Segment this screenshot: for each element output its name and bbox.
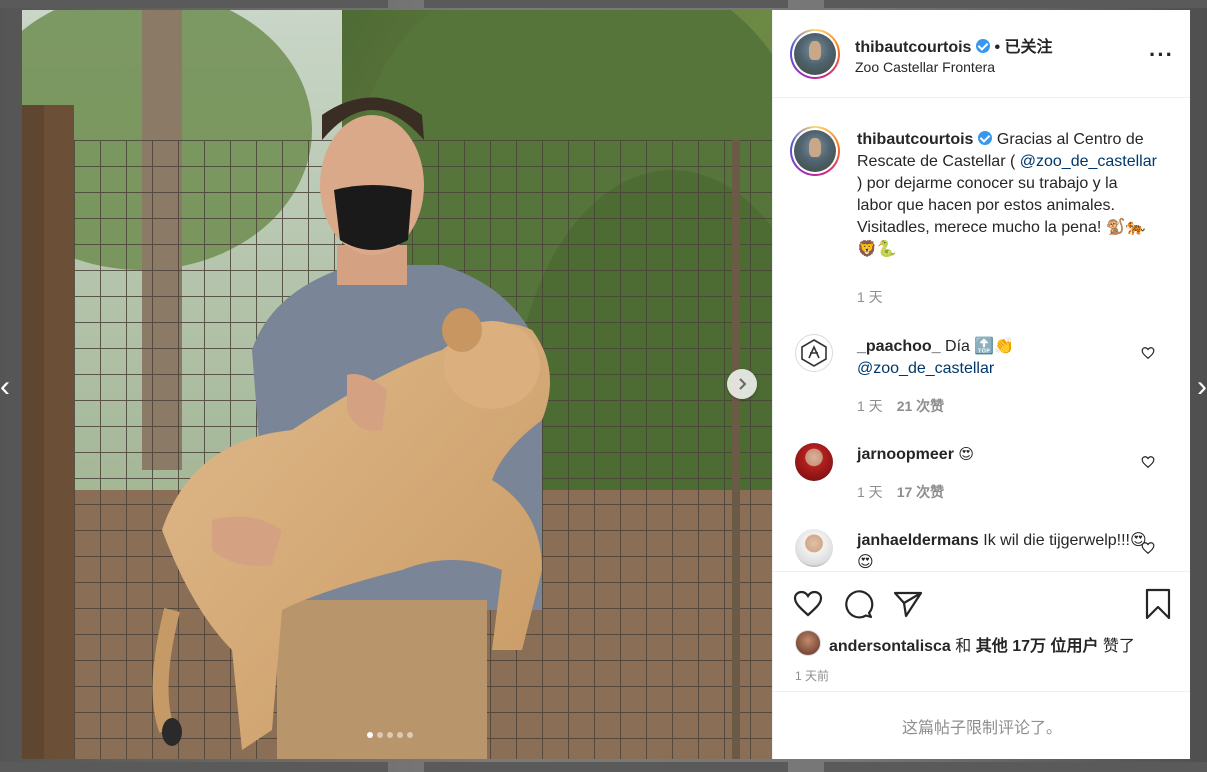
caption-text: thibautcourtois Gracias al Centro de Res… <box>857 129 1157 261</box>
caption-username[interactable]: thibautcourtois <box>857 131 973 148</box>
comment-bubble-icon[interactable] <box>842 588 874 620</box>
chevron-right-icon <box>739 378 747 390</box>
post-side-panel: thibautcourtois • 已关注 Zoo Castellar Front… <box>772 10 1190 759</box>
verified-badge-icon <box>978 131 993 145</box>
likes-summary: andersontalisca 和 其他 17万 位用户 赞了 <box>829 632 1135 656</box>
heart-icon[interactable] <box>1141 455 1155 469</box>
liker-username[interactable]: andersontalisca <box>829 638 951 655</box>
comments-disabled-notice: 这篇帖子限制评论了。 <box>773 691 1190 759</box>
comment-username[interactable]: janhaeldermans <box>857 532 979 549</box>
comment-body: Día 🔝👏 <box>945 338 1015 355</box>
post-modal: thibautcourtois • 已关注 Zoo Castellar Front… <box>22 10 1190 759</box>
carousel-dot <box>377 732 383 738</box>
post-location[interactable]: Zoo Castellar Frontera <box>855 59 995 75</box>
author-line: thibautcourtois • 已关注 <box>855 33 1053 57</box>
follow-state[interactable]: • 已关注 <box>994 39 1052 56</box>
comment-text: jarnoopmeer 😍 <box>857 444 1157 466</box>
comment-time[interactable]: 1 天 <box>857 484 883 500</box>
backdrop-tile <box>824 0 1207 8</box>
carousel-indicator <box>367 732 413 738</box>
author-avatar[interactable] <box>790 29 840 79</box>
save-bookmark-icon[interactable] <box>1142 588 1174 620</box>
post-actions: andersontalisca 和 其他 17万 位用户 赞了 1 天前 <box>773 571 1190 691</box>
author-username[interactable]: thibautcourtois <box>855 39 971 56</box>
backdrop-tile <box>824 762 1207 772</box>
comment-text: _paachoo_ Día 🔝👏 @zoo_de_castellar <box>857 336 1157 380</box>
comment-meta: 1 天 17 次赞 <box>857 482 944 502</box>
comment-body: 😍 <box>958 446 975 463</box>
comment-text: janhaeldermans Ik wil die tijgerwelp!!!😍… <box>857 530 1157 571</box>
likes-connector: 和 <box>955 638 972 655</box>
comment-username[interactable]: _paachoo_ <box>857 338 941 355</box>
heart-icon[interactable] <box>1141 346 1155 360</box>
share-paper-plane-icon[interactable] <box>892 588 924 620</box>
backdrop-tile <box>424 762 788 772</box>
post-media[interactable] <box>22 10 772 759</box>
backdrop-tile <box>0 0 388 8</box>
previous-post-arrow-icon[interactable]: ‹ <box>0 372 10 402</box>
post-header: thibautcourtois • 已关注 Zoo Castellar Front… <box>773 10 1190 98</box>
carousel-dot <box>397 732 403 738</box>
commenter-avatar[interactable] <box>795 443 833 481</box>
comment-likes[interactable]: 17 次赞 <box>897 484 944 500</box>
carousel-dot <box>367 732 373 738</box>
verified-badge-icon <box>976 39 991 53</box>
posted-time[interactable]: 1 天前 <box>795 667 829 684</box>
hexagon-logo-icon <box>801 339 827 367</box>
commenter-avatar[interactable] <box>795 529 833 567</box>
more-options-icon[interactable]: ··· <box>1149 42 1174 68</box>
carousel-dot <box>387 732 393 738</box>
likes-suffix: 赞了 <box>1102 638 1135 655</box>
heart-icon[interactable] <box>1141 541 1155 555</box>
carousel-next-button[interactable] <box>727 369 757 399</box>
backdrop-tile <box>0 762 388 772</box>
backdrop-tile <box>424 0 788 8</box>
like-heart-icon[interactable] <box>792 588 824 620</box>
caption-time[interactable]: 1 天 <box>857 287 883 307</box>
comment-mention[interactable]: @zoo_de_castellar <box>857 360 994 377</box>
liker-avatar[interactable] <box>795 630 821 656</box>
comment-meta: 1 天 21 次赞 <box>857 396 944 416</box>
comments-list[interactable]: thibautcourtois Gracias al Centro de Res… <box>773 99 1190 571</box>
caption-body-end: ) por dejarme conocer su trabajo y la la… <box>857 175 1146 258</box>
carousel-dot <box>407 732 413 738</box>
comment-time[interactable]: 1 天 <box>857 398 883 414</box>
author-avatar[interactable] <box>790 126 840 176</box>
comment-username[interactable]: jarnoopmeer <box>857 446 954 463</box>
likes-count[interactable]: 其他 17万 位用户 <box>976 638 1099 655</box>
caption-mention[interactable]: @zoo_de_castellar <box>1020 153 1157 170</box>
post-photo <box>22 10 772 759</box>
comment-likes[interactable]: 21 次赞 <box>897 398 944 414</box>
next-post-arrow-icon[interactable]: › <box>1197 372 1207 402</box>
commenter-avatar[interactable] <box>795 334 833 372</box>
